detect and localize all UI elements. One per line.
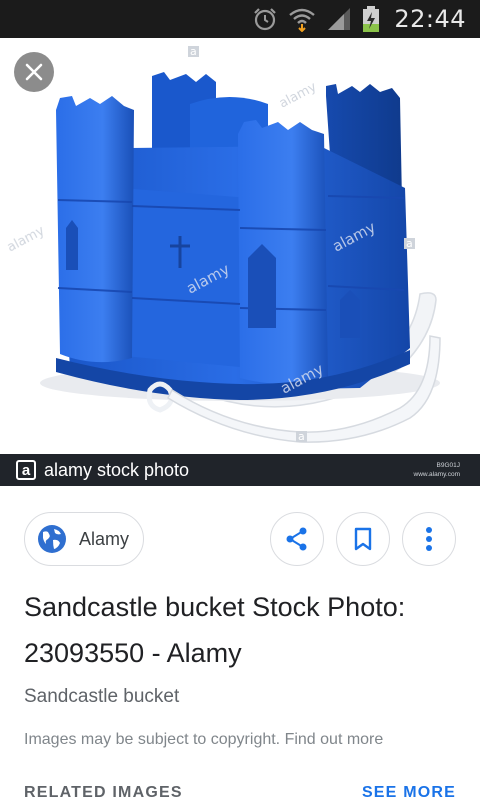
source-chip[interactable]: Alamy [24, 512, 144, 566]
more-vert-icon [426, 527, 432, 551]
credit-meta: B9G01J www.alamy.com [414, 461, 460, 479]
status-time: 22:44 [394, 5, 466, 33]
alarm-icon [254, 8, 277, 31]
watermark-text: alamy [5, 223, 48, 255]
status-icons: 22:44 [252, 0, 466, 38]
signal-icon [328, 8, 351, 30]
image-code: B9G01J [436, 462, 461, 469]
close-icon [25, 63, 43, 81]
close-button[interactable] [14, 52, 54, 92]
watermark-small: a [190, 45, 197, 58]
wifi-icon [289, 8, 316, 32]
related-images-heading: RELATED IMAGES [24, 784, 183, 800]
bookmark-icon [354, 527, 372, 551]
watermark-small: a [298, 430, 305, 443]
battery-charging-icon [363, 6, 380, 32]
see-more-link[interactable]: SEE MORE [362, 784, 456, 800]
result-title[interactable]: Sandcastle bucket Stock Photo: 23093550 … [24, 584, 464, 676]
alamy-logo: a [16, 460, 36, 480]
save-button[interactable] [336, 512, 390, 566]
more-options-button[interactable] [402, 512, 456, 566]
status-bar: 22:44 [0, 0, 480, 38]
share-button[interactable] [270, 512, 324, 566]
result-subtitle: Sandcastle bucket [24, 686, 180, 707]
image-credit-bar: a alamy stock photo B9G01J www.alamy.com [0, 454, 480, 486]
watermark-small: a [406, 237, 413, 250]
source-name: Alamy [79, 528, 130, 549]
image-viewer[interactable]: alamy alamy alamy alamy alamy a a a [0, 38, 480, 454]
product-photo[interactable]: alamy alamy alamy alamy alamy a a a [0, 38, 480, 454]
copyright-notice[interactable]: Images may be subject to copyright. Find… [24, 731, 383, 749]
globe-icon [38, 525, 66, 553]
credit-text: alamy stock photo [44, 459, 190, 480]
credit-site: www.alamy.com [413, 471, 460, 478]
watermark-text: alamy [277, 79, 320, 111]
share-icon [286, 527, 307, 551]
